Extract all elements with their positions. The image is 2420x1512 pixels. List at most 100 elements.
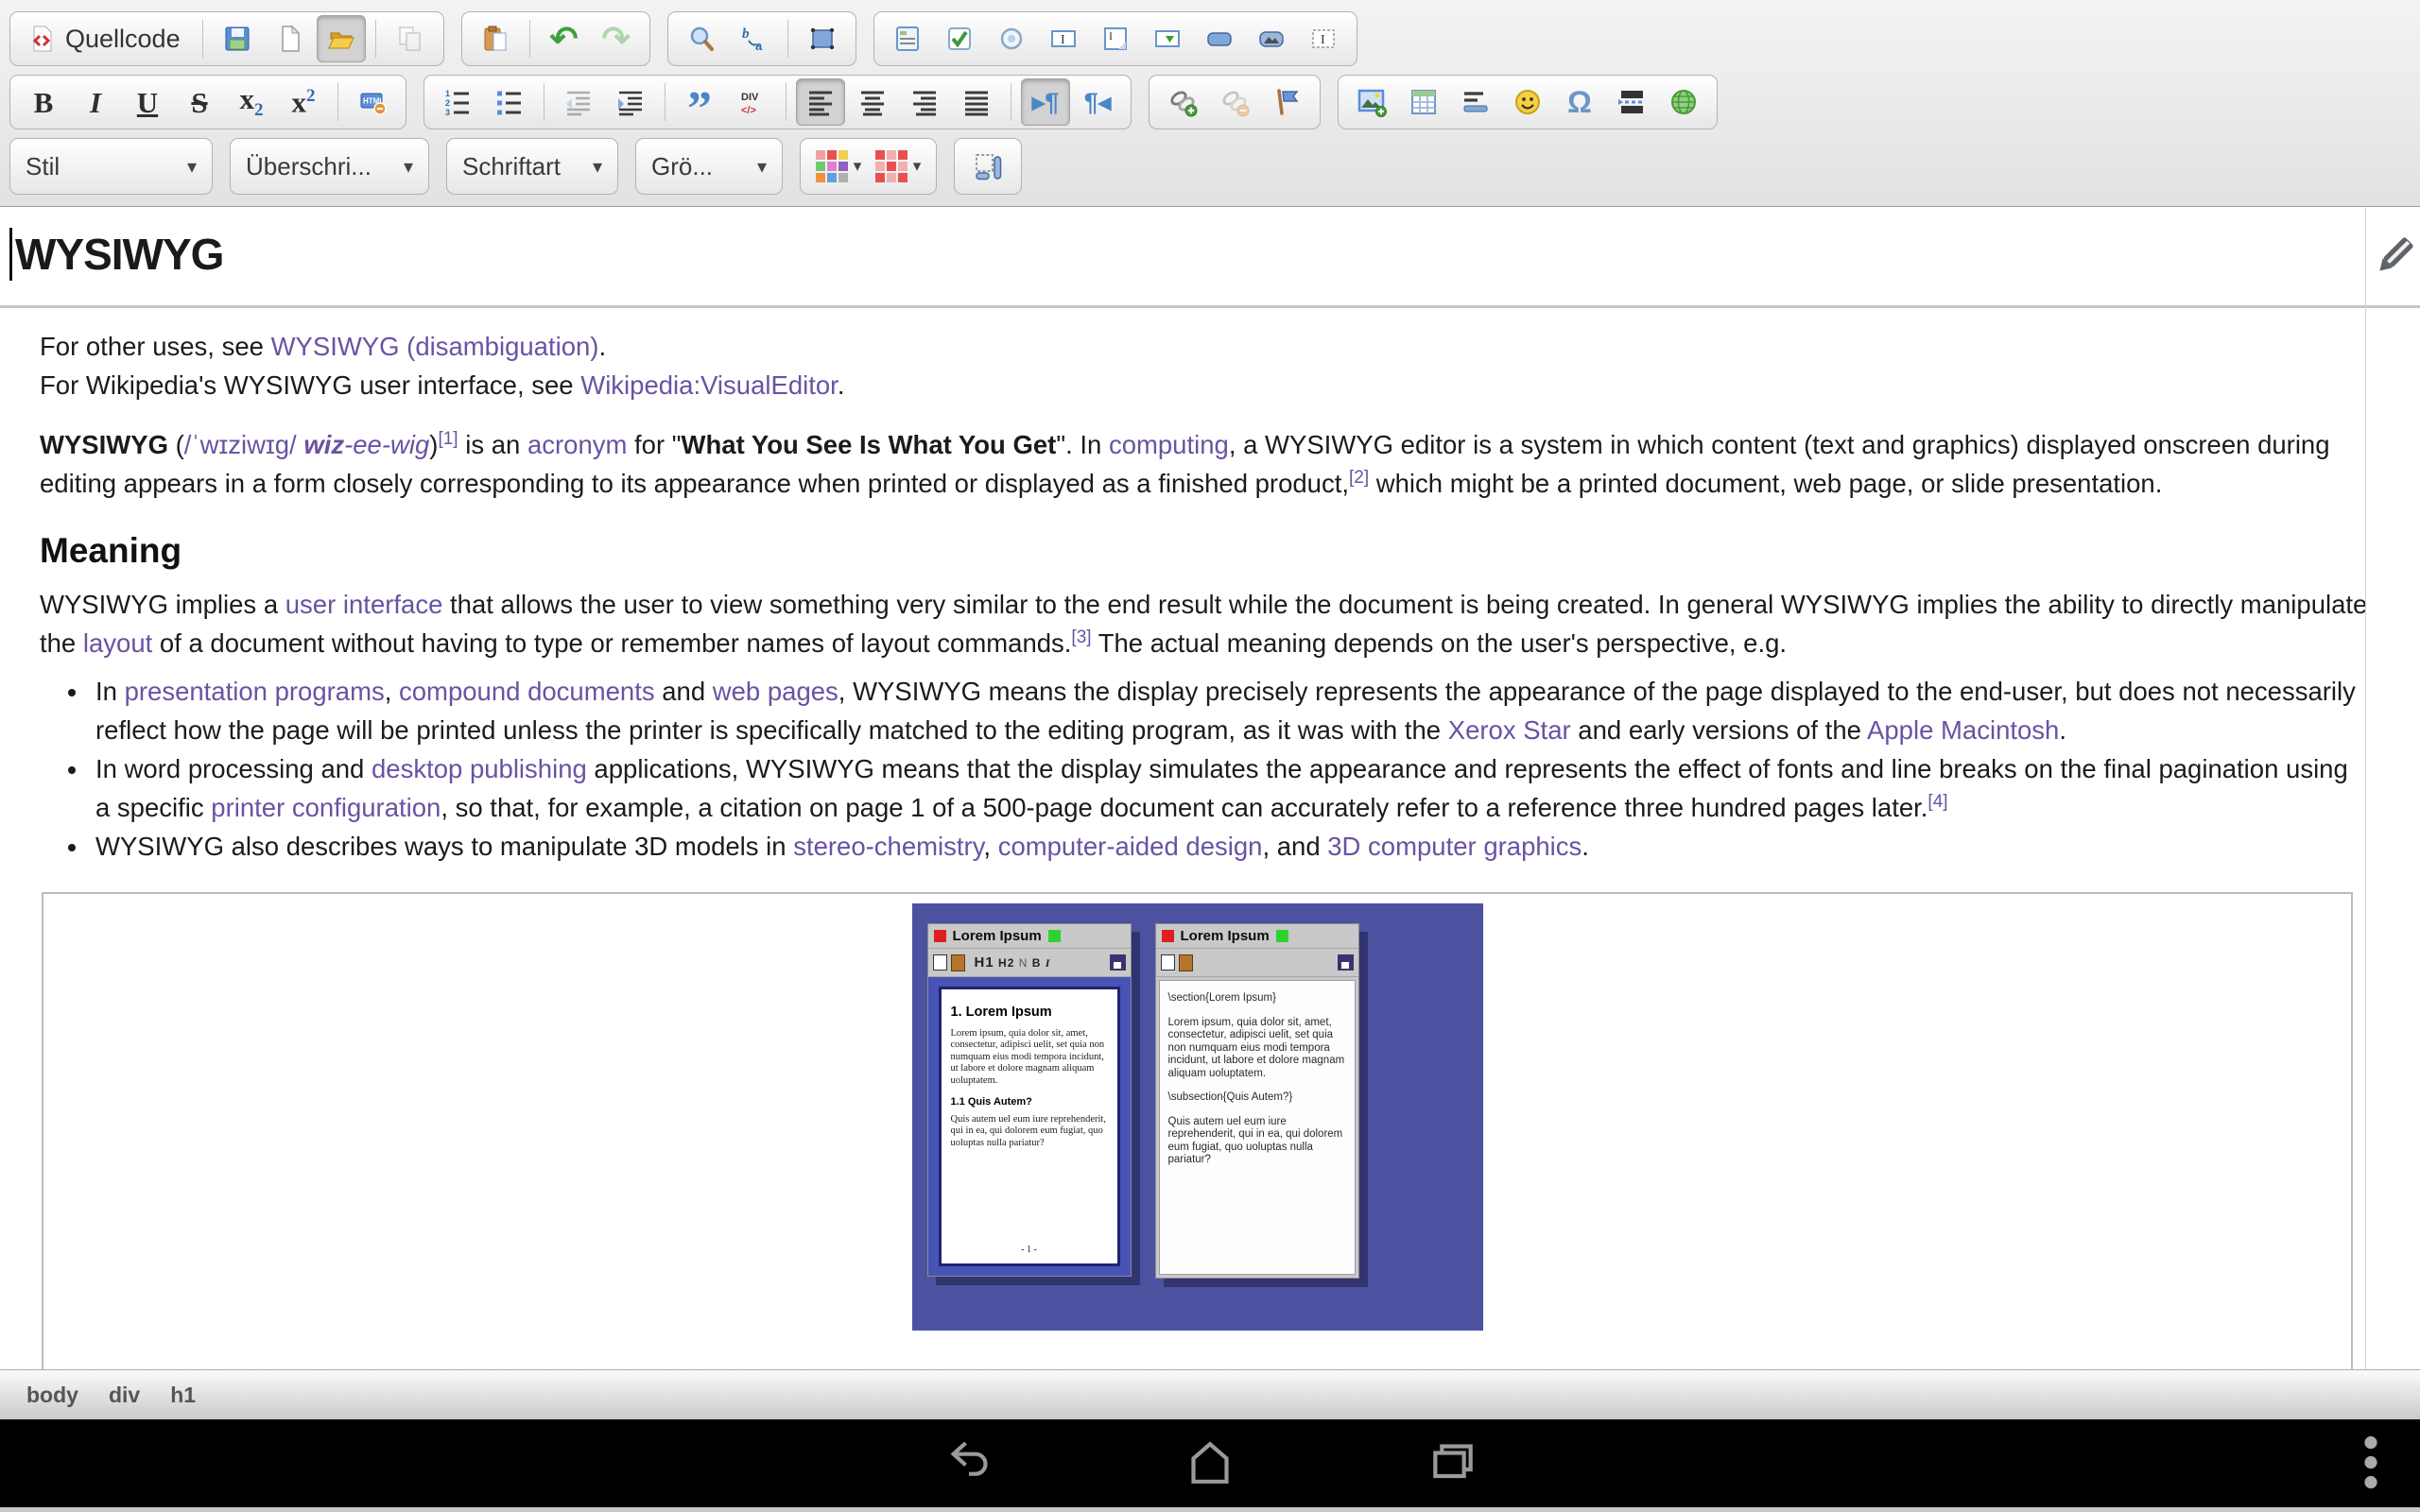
chevron-down-icon: ▾ (593, 155, 602, 179)
checkbox-button[interactable] (935, 15, 984, 62)
numbered-list-button[interactable]: 123 (433, 78, 482, 126)
form-icon (893, 25, 922, 53)
recents-button[interactable] (1426, 1436, 1479, 1494)
align-left-button[interactable] (796, 78, 845, 126)
svg-text:</>: </> (741, 105, 756, 116)
align-center-button[interactable] (848, 78, 897, 126)
textarea-button[interactable]: I (1091, 15, 1140, 62)
strikethrough-button[interactable]: S (175, 78, 224, 126)
bidi-ltr-button[interactable]: ▸¶ (1021, 78, 1070, 126)
superscript-icon: x2 (292, 87, 316, 116)
figure-window-toolbar: H1 H2 N B I (928, 949, 1131, 977)
toolbar-row-3: Stil ▾ Überschri... ▾ Schriftart ▾ Grö..… (9, 138, 2411, 195)
page-break-button[interactable] (1607, 78, 1656, 126)
remove-format-button[interactable]: HTML (348, 78, 397, 126)
find-button[interactable] (677, 15, 726, 62)
checkbox-icon (945, 25, 974, 53)
redo-icon: ↷ (602, 22, 631, 56)
toolbar-group-insert: Ω (1338, 75, 1718, 129)
size-dropdown[interactable]: Grö... ▾ (635, 138, 783, 195)
replace-button[interactable]: ba (729, 15, 778, 62)
iframe-button[interactable] (1659, 78, 1708, 126)
redo-button[interactable]: ↷ (592, 15, 641, 62)
back-button[interactable] (942, 1436, 995, 1494)
special-char-button[interactable]: Ω (1555, 78, 1604, 126)
separator (202, 20, 203, 58)
link-button[interactable] (1158, 78, 1207, 126)
text-field-button[interactable]: I (1039, 15, 1088, 62)
remove-format-icon: HTML (358, 88, 387, 116)
blockquote-button[interactable]: ” (675, 78, 724, 126)
superscript-button[interactable]: x2 (279, 78, 328, 126)
anchor-button[interactable] (1262, 78, 1311, 126)
font-dropdown[interactable]: Schriftart ▾ (446, 138, 618, 195)
save-button[interactable] (213, 15, 262, 62)
format-dropdown-label: Überschri... (246, 152, 372, 181)
open-folder-button[interactable] (317, 15, 366, 62)
undo-button[interactable]: ↶ (540, 15, 589, 62)
figure-container[interactable]: Lorem Ipsum H1 H2 N B I (42, 892, 2353, 1369)
source-icon (27, 25, 56, 53)
window-close-icon (934, 930, 946, 942)
meaning-paragraph: WYSIWYG implies a user interface that al… (40, 585, 2368, 662)
style-dropdown[interactable]: Stil ▾ (9, 138, 213, 195)
paste-button[interactable] (471, 15, 520, 62)
indent-button[interactable] (606, 78, 655, 126)
radio-button-button[interactable] (987, 15, 1036, 62)
text-color-icon (816, 150, 848, 182)
recents-icon (1426, 1436, 1479, 1489)
path-item-h1[interactable]: h1 (170, 1383, 196, 1408)
path-item-body[interactable]: body (26, 1383, 78, 1408)
new-page-button[interactable] (265, 15, 314, 62)
editor-document[interactable]: WYSIWYG For other uses, see WYSIWYG (dis… (0, 207, 2420, 1369)
content-gutter-divider (2365, 207, 2366, 1369)
svg-text:1: 1 (445, 89, 450, 98)
horizontal-rule-button[interactable] (1451, 78, 1500, 126)
text-color-button[interactable]: ▾ (810, 143, 867, 190)
align-justify-button[interactable] (952, 78, 1001, 126)
maximize-button[interactable] (963, 143, 1012, 190)
image-icon (1357, 87, 1387, 117)
align-center-icon (858, 88, 887, 116)
copy-button[interactable] (386, 15, 435, 62)
align-right-button[interactable] (900, 78, 949, 126)
format-dropdown[interactable]: Überschri... ▾ (230, 138, 429, 195)
hidden-field-button[interactable]: I (1299, 15, 1348, 62)
back-icon (942, 1436, 995, 1489)
unlink-button[interactable] (1210, 78, 1259, 126)
bold-button[interactable]: B (19, 78, 68, 126)
form-button[interactable] (883, 15, 932, 62)
radio-button-icon (997, 25, 1026, 53)
figure-window-titlebar: Lorem Ipsum (1156, 924, 1358, 949)
wysiwyg-comparison-image: Lorem Ipsum H1 H2 N B I (912, 903, 1483, 1331)
outdent-button[interactable] (554, 78, 603, 126)
svg-text:3: 3 (445, 108, 450, 116)
underline-button[interactable]: U (123, 78, 172, 126)
image-button-button[interactable] (1247, 15, 1296, 62)
bidi-rtl-button[interactable]: ¶◂ (1073, 78, 1122, 126)
toolbar-group-forms: I I I (873, 11, 1357, 66)
subscript-button[interactable]: x2 (227, 78, 276, 126)
smiley-button[interactable] (1503, 78, 1552, 126)
toolbar-group-find: ba (667, 11, 856, 66)
background-color-button[interactable]: ▾ (870, 143, 926, 190)
edit-pencil-icon[interactable] (2370, 232, 2419, 285)
div-container-button[interactable]: DIV</> (727, 78, 776, 126)
insert-table-button[interactable] (1399, 78, 1448, 126)
undo-icon: ↶ (550, 22, 579, 56)
select-all-button[interactable] (798, 15, 847, 62)
path-item-div[interactable]: div (109, 1383, 140, 1408)
overflow-menu-button[interactable] (2354, 1433, 2388, 1500)
button-field-button[interactable] (1195, 15, 1244, 62)
insert-image-button[interactable] (1347, 78, 1396, 126)
home-button[interactable] (1184, 1436, 1236, 1494)
hatnote: For Wikipedia's WYSIWYG user interface, … (40, 366, 2368, 404)
figure-source-line: \subsection{Quis Autem?} (1168, 1091, 1346, 1105)
select-field-button[interactable] (1143, 15, 1192, 62)
italic-button[interactable]: I (71, 78, 120, 126)
select-all-icon (808, 25, 837, 53)
article-body: For other uses, see WYSIWYG (disambiguat… (0, 308, 2420, 866)
image-button-icon (1257, 25, 1286, 53)
source-button[interactable]: Quellcode (19, 15, 193, 62)
bulleted-list-button[interactable] (485, 78, 534, 126)
